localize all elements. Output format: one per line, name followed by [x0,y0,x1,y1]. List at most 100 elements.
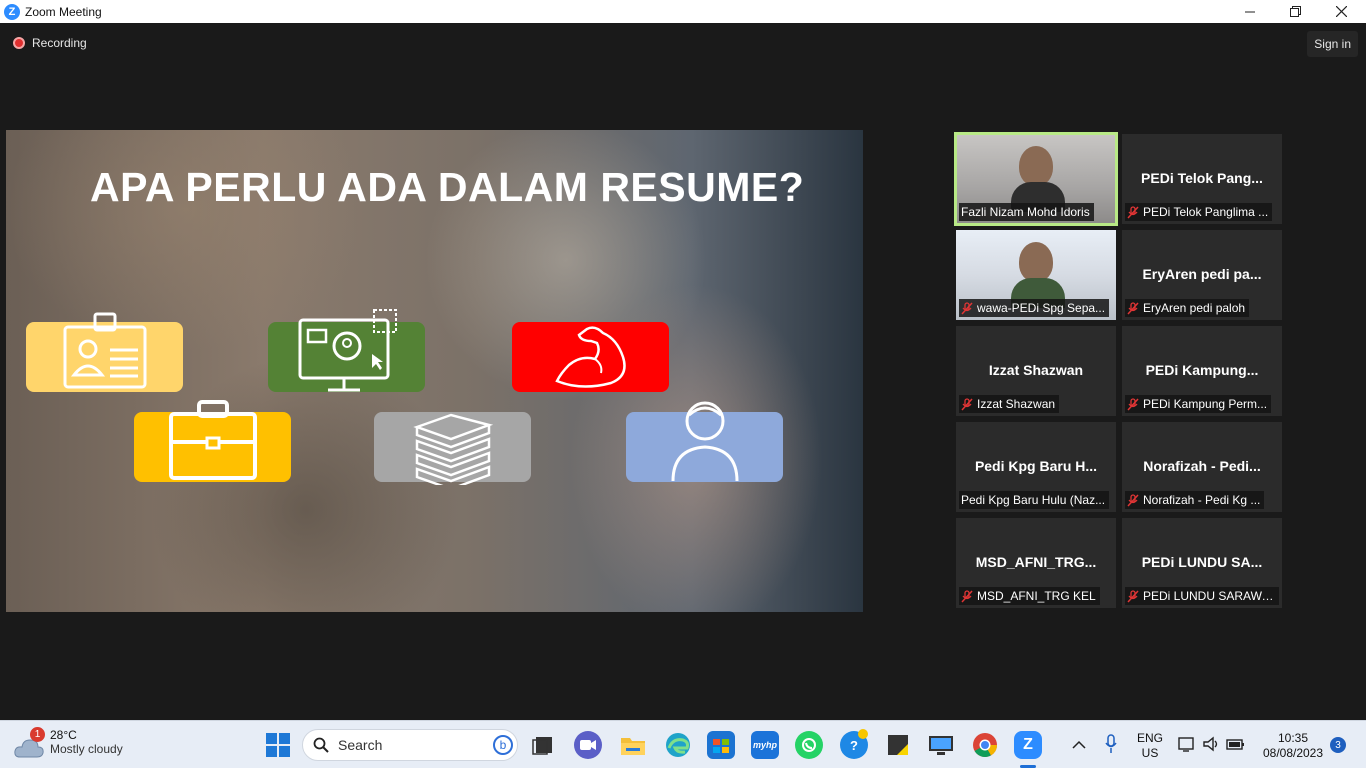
windows-taskbar: 1 28°C Mostly cloudy Search b myhp ? Z E… [0,720,1366,768]
clock-date: 08/08/2023 [1262,746,1324,760]
flexed-arm-tile [512,322,669,392]
myhp-button[interactable]: myhp [751,731,779,759]
participant-display-name: Norafizah - Pedi... [1143,458,1261,474]
notification-badge[interactable]: 3 [1330,737,1346,753]
participant-tile[interactable]: Fazli Nizam Mohd Idoris [954,132,1118,226]
participant-display-name: PEDi Telok Pang... [1141,170,1263,186]
participant-tile[interactable]: MSD_AFNI_TRG... MSD_AFNI_TRG KEL [956,518,1116,608]
microphone-tray-button[interactable] [1105,734,1117,759]
recording-label: Recording [32,36,87,50]
slide-title: APA PERLU ADA DALAM RESUME? [90,164,805,210]
teams-chat-button[interactable] [574,731,602,759]
flexed-arm-icon [554,326,626,388]
task-view-icon [532,737,552,755]
participant-name-label: Pedi Kpg Baru Hulu (Naz... [959,491,1110,509]
system-tray-icons[interactable] [1178,735,1246,753]
muted-mic-icon [1127,397,1139,411]
maximize-button[interactable] [1272,0,1318,23]
shared-screen-slide: APA PERLU ADA DALAM RESUME? [6,130,863,612]
participant-name-label: PEDi Kampung Perm... [1125,395,1272,413]
participant-display-name: PEDi Kampung... [1145,362,1259,378]
close-button[interactable] [1318,0,1364,23]
participant-display-name: PEDi LUNDU SA... [1141,554,1263,570]
monitor-icon [929,736,953,755]
language-top: ENG [1136,731,1163,745]
edge-button[interactable] [664,731,692,759]
zoom-icon: Z [1023,736,1033,753]
participant-name-label: PEDi LUNDU SARAWAK [1125,587,1279,605]
video-chat-icon [580,740,596,750]
task-view-button[interactable] [529,731,557,759]
store-icon [713,739,729,753]
computer-profile-icon [298,309,397,392]
id-card-tile [26,312,183,392]
chrome-button[interactable] [971,731,999,759]
bing-icon: b [493,735,513,755]
zoom-app-icon: Z [4,3,20,20]
minimize-icon [1245,11,1255,12]
weather-temp: 28°C [50,728,77,742]
participant-name-label: MSD_AFNI_TRG KEL [959,587,1100,605]
participant-tile[interactable]: Pedi Kpg Baru H... Pedi Kpg Baru Hulu (Na… [956,422,1116,512]
weather-badge: 1 [30,727,45,742]
meeting-area: Recording Sign in APA PERLU ADA DALAM RE… [0,23,1366,720]
participant-display-name: MSD_AFNI_TRG... [975,554,1097,570]
store-button[interactable] [707,731,735,759]
muted-mic-icon [961,589,973,603]
close-icon [1335,6,1347,17]
participant-tile[interactable]: wawa-PEDi Spg Sepa... [956,230,1116,320]
language-indicator[interactable]: ENG US [1134,731,1166,761]
participant-tile[interactable]: PEDi LUNDU SA... PEDi LUNDU SARAWAK [1122,518,1282,608]
whatsapp-button[interactable] [795,731,823,759]
clock[interactable]: 10:35 08/08/2023 [1258,731,1328,761]
participant-display-name: Izzat Shazwan [988,362,1084,378]
show-hidden-icons-button[interactable] [1072,737,1086,755]
participant-tile[interactable]: Norafizah - Pedi... Norafizah - Pedi Kg .… [1122,422,1282,512]
signin-button[interactable]: Sign in [1307,31,1358,57]
participant-display-name: EryAren pedi pa... [1142,266,1262,282]
participant-name-label: wawa-PEDi Spg Sepa... [959,299,1110,317]
participant-display-name: Pedi Kpg Baru H... [974,458,1098,474]
battery-icon [1226,739,1244,750]
whatsapp-icon [802,738,816,752]
participant-tile[interactable]: Izzat Shazwan Izzat Shazwan [956,326,1116,416]
person-tile [626,401,783,482]
windows-logo-icon [266,733,290,757]
remote-app-button[interactable] [927,731,955,759]
start-button[interactable] [264,731,292,759]
file-explorer-button[interactable] [619,731,647,759]
recording-indicator[interactable]: Recording [13,36,87,50]
participant-tile[interactable]: PEDi Telok Pang... PEDi Telok Panglima ..… [1122,134,1282,224]
muted-mic-icon [1127,493,1139,507]
chrome-icon [973,733,997,758]
help-badge-icon [858,729,868,739]
muted-mic-icon [961,397,973,411]
microphone-icon [1105,734,1117,753]
briefcase-tile [134,400,291,482]
participant-tile[interactable]: EryAren pedi pa... EryAren pedi paloh [1122,230,1282,320]
zoom-taskbar-button[interactable]: Z [1014,731,1042,759]
muted-mic-icon [1127,205,1139,219]
muted-mic-icon [961,301,973,315]
participant-label-text: EryAren pedi paloh [1143,301,1246,315]
participant-label-text: PEDi Kampung Perm... [1143,397,1268,411]
person-icon [671,401,738,482]
taskbar-search[interactable]: Search b [302,729,518,761]
window-title: Zoom Meeting [25,4,102,19]
language-bottom: US [1141,746,1159,760]
network-icon [1178,737,1194,752]
cloud-icon: 1 [14,727,45,758]
participant-tile[interactable]: PEDi Kampung... PEDi Kampung Perm... [1122,326,1282,416]
weather-condition: Mostly cloudy [50,742,123,756]
briefcase-icon [168,400,257,480]
weather-widget[interactable]: 1 28°C Mostly cloudy [14,727,123,758]
participant-name-label: Norafizah - Pedi Kg ... [1125,491,1265,509]
participant-label-text: PEDi LUNDU SARAWAK [1143,589,1275,603]
chevron-up-icon [1072,740,1086,749]
restore-icon [1289,6,1301,17]
minimize-button[interactable] [1227,0,1273,23]
search-icon [313,737,329,753]
books-tile [374,412,531,485]
sticky-notes-button[interactable] [884,731,912,759]
myhp-icon: myhp [752,740,777,750]
